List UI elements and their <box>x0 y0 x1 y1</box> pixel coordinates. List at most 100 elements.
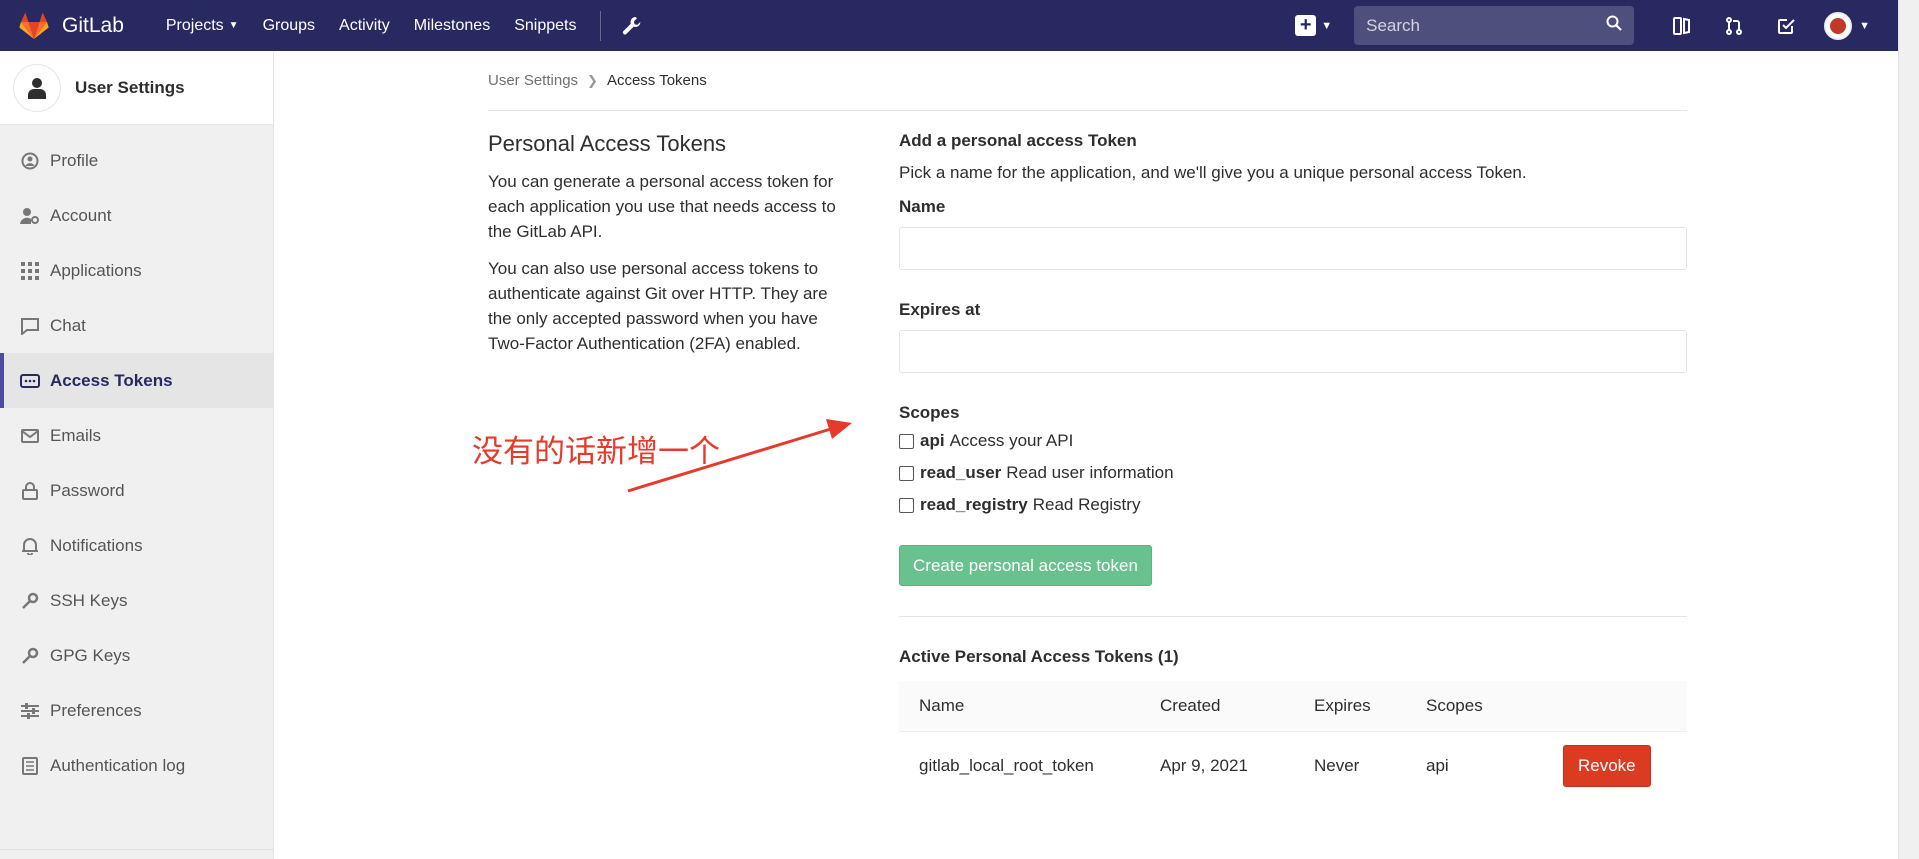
sidebar-item-label: Account <box>50 205 112 225</box>
column-header: Expires <box>1314 696 1371 715</box>
brand[interactable]: GitLab <box>0 0 124 51</box>
lock-icon <box>20 481 40 501</box>
scope-api-checkbox[interactable] <box>899 433 914 449</box>
todo-check-icon[interactable] <box>1760 0 1812 51</box>
sidebar-item-profile[interactable]: Profile <box>0 133 273 188</box>
column-header: Scopes <box>1426 696 1483 715</box>
sidebar-item-label: Chat <box>50 315 86 335</box>
sliders-icon <box>20 701 40 721</box>
sidebar-item-notifications[interactable]: Notifications <box>0 518 273 573</box>
key-icon <box>20 591 40 611</box>
key-icon <box>20 646 40 666</box>
table-row: gitlab_local_root_token Apr 9, 2021 Neve… <box>899 732 1687 800</box>
sidebar-item-authentication-log[interactable]: Authentication log <box>0 738 273 793</box>
scope-read-registry-checkbox[interactable] <box>899 497 914 513</box>
sidebar-item-ssh-keys[interactable]: SSH Keys <box>0 573 273 628</box>
sidebar-item-label: Notifications <box>50 535 143 555</box>
profile-icon <box>20 151 40 171</box>
sidebar-item-gpg-keys[interactable]: GPG Keys <box>0 628 273 683</box>
top-navbar: GitLab Projects ▼ Groups Activity Milesto… <box>0 0 1898 51</box>
scope-key: read_registry <box>920 495 1028 514</box>
page-title: Personal Access Tokens <box>488 131 727 156</box>
log-icon <box>20 756 40 776</box>
breadcrumb-current[interactable]: Access Tokens <box>607 72 707 89</box>
info-paragraph: You can generate a personal access token… <box>488 172 836 241</box>
scope-read-registry: read_registry Read Registry <box>899 489 1687 521</box>
column-header: Created <box>1160 696 1221 715</box>
settings-sidebar: User Settings Profile Account Applicatio… <box>0 51 274 859</box>
sidebar-item-label: Profile <box>50 150 99 170</box>
form-heading: Add a personal access Token <box>899 131 1137 150</box>
nav-projects-label: Projects <box>165 16 224 34</box>
chevron-right-icon: ❯ <box>587 72 598 88</box>
sidebar-item-label: Access Tokens <box>50 370 173 390</box>
info-paragraph: You can also use personal access tokens … <box>488 259 828 353</box>
sidebar-title: User Settings <box>75 77 185 97</box>
emails-icon <box>20 426 40 446</box>
create-token-button[interactable]: Create personal access token <box>899 545 1152 586</box>
nav-activity[interactable]: Activity <box>327 0 402 51</box>
scope-desc: Access your API <box>949 431 1074 450</box>
chat-icon <box>20 316 40 336</box>
sidebar-item-preferences[interactable]: Preferences <box>0 683 273 738</box>
sidebar-item-applications[interactable]: Applications <box>0 243 273 298</box>
nav-snippets[interactable]: Snippets <box>502 0 588 51</box>
nav-divider <box>600 10 602 41</box>
sidebar-item-chat[interactable]: Chat <box>0 298 273 353</box>
column-header: Name <box>919 696 965 715</box>
new-dropdown-button[interactable]: + ▼ <box>1295 15 1332 36</box>
sidebar-item-label: SSH Keys <box>50 590 128 610</box>
sidebar-item-password[interactable]: Password <box>0 463 273 518</box>
form-description: Pick a name for the application, and we'… <box>899 163 1527 182</box>
scope-key: api <box>920 431 945 450</box>
plus-icon: + <box>1295 15 1317 36</box>
token-expires-cell: Never <box>1314 756 1360 775</box>
account-icon <box>20 206 40 226</box>
sidebar-item-label: Authentication log <box>50 755 186 775</box>
applications-icon <box>20 261 40 281</box>
chevron-down-icon: ▼ <box>1321 19 1333 32</box>
scopes-label: Scopes <box>899 403 960 422</box>
sidebar-header[interactable]: User Settings <box>0 51 273 125</box>
sidebar-item-label: Emails <box>50 425 102 445</box>
chevron-down-icon: ▼ <box>1859 19 1870 32</box>
sidebar-item-emails[interactable]: Emails <box>0 408 273 463</box>
breadcrumb: User Settings ❯ Access Tokens <box>488 51 1687 111</box>
sidebar-toggle-icon[interactable] <box>1656 0 1708 51</box>
sidebar-footer <box>0 849 274 859</box>
token-form: Add a personal access Token Pick a name … <box>899 111 1687 800</box>
token-name-cell: gitlab_local_root_token <box>919 756 1094 775</box>
expires-label: Expires at <box>899 300 981 319</box>
chevron-down-icon: ▼ <box>228 20 239 31</box>
sidebar-item-label: Applications <box>50 260 142 280</box>
search-input[interactable]: Search <box>1354 6 1635 45</box>
scope-desc: Read Registry <box>1032 495 1141 514</box>
merge-request-icon[interactable] <box>1708 0 1760 51</box>
sidebar-item-label: GPG Keys <box>50 645 131 665</box>
revoke-button[interactable]: Revoke <box>1563 745 1651 787</box>
gitlab-logo-icon <box>18 10 50 42</box>
token-created-cell: Apr 9, 2021 <box>1160 756 1248 775</box>
admin-wrench-icon[interactable] <box>611 0 653 51</box>
search-icon <box>1606 15 1622 36</box>
nav-milestones[interactable]: Milestones <box>402 0 502 51</box>
user-icon <box>13 63 61 112</box>
sidebar-item-label: Preferences <box>50 700 142 720</box>
sidebar-item-account[interactable]: Account <box>0 188 273 243</box>
token-name-input[interactable] <box>899 227 1687 270</box>
table-header: Name Created Expires Scopes <box>899 681 1687 732</box>
avatar <box>1824 11 1853 40</box>
expires-at-input[interactable] <box>899 330 1687 373</box>
breadcrumb-user-settings[interactable]: User Settings <box>488 72 578 89</box>
user-menu[interactable]: ▼ <box>1812 11 1898 40</box>
search-placeholder: Search <box>1366 15 1420 35</box>
page-scrollbar[interactable] <box>1898 0 1919 859</box>
scope-api: api Access your API <box>899 425 1687 457</box>
bell-icon <box>20 536 40 556</box>
token-scopes-cell: api <box>1426 756 1449 775</box>
scope-read-user-checkbox[interactable] <box>899 465 914 481</box>
sidebar-item-access-tokens[interactable]: Access Tokens <box>0 353 273 408</box>
active-tokens-table: Name Created Expires Scopes gitlab_local… <box>899 681 1687 800</box>
nav-groups[interactable]: Groups <box>251 0 327 51</box>
nav-projects[interactable]: Projects ▼ <box>154 0 251 51</box>
